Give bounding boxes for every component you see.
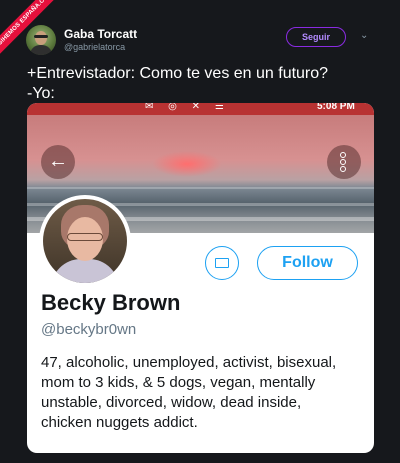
phone-status-bar: ✉ ◎ ✕ ☰ 5:08 PM: [27, 103, 374, 115]
tweet-text-line: +Entrevistador: Como te ves en un futuro…: [27, 65, 329, 82]
status-time: 5:08 PM: [317, 103, 355, 112]
bio-line: unstable, divorced, widow, dead inside,: [41, 394, 302, 411]
status-icons: ✉ ◎ ✕ ☰: [145, 103, 230, 112]
profile-bio: 47, alcoholic, unemployed, activist, bis…: [41, 353, 371, 433]
watermark-ribbon: ASIHEMOS ESPAÑA.COM: [0, 0, 60, 60]
chevron-down-icon[interactable]: ⌄: [360, 30, 368, 41]
profile-follow-button[interactable]: Follow: [257, 246, 358, 280]
envelope-icon: [215, 258, 229, 268]
watermark-text: ASIHEMOS ESPAÑA.COM: [0, 0, 60, 60]
author-name[interactable]: Gaba Torcatt: [64, 27, 137, 41]
embedded-screenshot: ✉ ◎ ✕ ☰ 5:08 PM ← Follow Becky Brown @be…: [27, 103, 374, 453]
more-options-icon[interactable]: [327, 145, 361, 179]
bio-line: 47, alcoholic, unemployed, activist, bis…: [41, 354, 337, 371]
message-button[interactable]: [205, 246, 239, 280]
bio-line: mom to 3 kids, & 5 dogs, vegan, mentally: [41, 374, 316, 391]
profile-picture: [39, 195, 131, 287]
back-arrow-icon[interactable]: ←: [41, 145, 75, 179]
profile-handle: @beckybr0wn: [41, 321, 137, 338]
tweet-text: +Entrevistador: Como te ves en un futuro…: [27, 64, 328, 104]
follow-button[interactable]: Seguir: [286, 27, 346, 47]
author-handle[interactable]: @gabrielatorca: [64, 42, 125, 52]
tweet-text-line: -Yo:: [27, 85, 55, 102]
bio-line: chicken nuggets addict.: [41, 414, 198, 431]
profile-display-name: Becky Brown: [41, 290, 181, 315]
